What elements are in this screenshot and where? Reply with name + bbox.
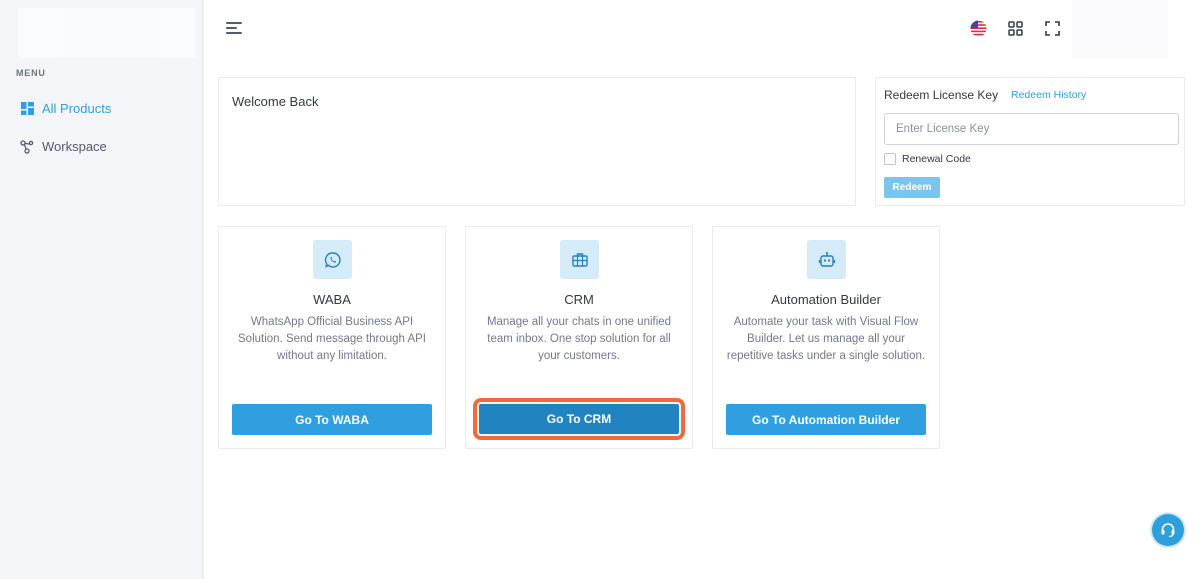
product-title: Automation Builder <box>771 292 881 307</box>
product-card-waba: WABA WhatsApp Official Business API Solu… <box>218 226 446 449</box>
product-title: WABA <box>313 292 351 307</box>
us-flag-icon[interactable] <box>969 19 987 37</box>
whatsapp-icon <box>313 240 352 279</box>
license-key-input[interactable] <box>884 113 1179 145</box>
network-icon <box>20 139 34 154</box>
welcome-card: Welcome Back <box>218 77 856 206</box>
support-headset-icon[interactable] <box>1152 514 1184 546</box>
redeem-history-link[interactable]: Redeem History <box>1011 89 1086 101</box>
sidebar-item-label: All Products <box>42 101 112 116</box>
robot-icon <box>807 240 846 279</box>
briefcase-icon <box>560 240 599 279</box>
fullscreen-icon[interactable] <box>1043 19 1061 37</box>
go-to-crm-button[interactable]: Go To CRM <box>477 402 681 436</box>
redeem-button[interactable]: Redeem <box>884 177 940 198</box>
redeem-title: Redeem License Key <box>884 88 999 102</box>
renewal-code-label: Renewal Code <box>902 153 971 165</box>
product-title: CRM <box>564 292 594 307</box>
top-bar <box>204 0 1200 76</box>
go-to-waba-button[interactable]: Go To WABA <box>232 404 432 435</box>
renewal-code-checkbox[interactable] <box>884 153 896 165</box>
menu-title: MENU <box>16 68 46 78</box>
product-description: WhatsApp Official Business API Solution.… <box>238 316 426 362</box>
sidebar-item-all-products[interactable]: All Products <box>20 101 111 116</box>
go-to-automation-builder-button[interactable]: Go To Automation Builder <box>726 404 926 435</box>
product-description: Manage all your chats in one unified tea… <box>486 316 672 362</box>
welcome-title: Welcome Back <box>232 94 319 109</box>
product-description: Automate your task with Visual Flow Buil… <box>726 316 926 362</box>
sidebar-item-workspace[interactable]: Workspace <box>20 139 107 154</box>
sidebar: MENU All Products Workspace <box>0 0 203 579</box>
menu-icon[interactable] <box>226 19 244 37</box>
apps-grid-icon[interactable] <box>1006 19 1024 37</box>
product-card-automation-builder: Automation Builder Automate your task wi… <box>712 226 940 449</box>
logo[interactable] <box>18 8 196 58</box>
product-card-crm: CRM Manage all your chats in one unified… <box>465 226 693 449</box>
grid-icon <box>20 102 34 116</box>
sidebar-item-label: Workspace <box>42 139 107 154</box>
redeem-card: Redeem License Key Redeem History Renewa… <box>875 77 1185 206</box>
